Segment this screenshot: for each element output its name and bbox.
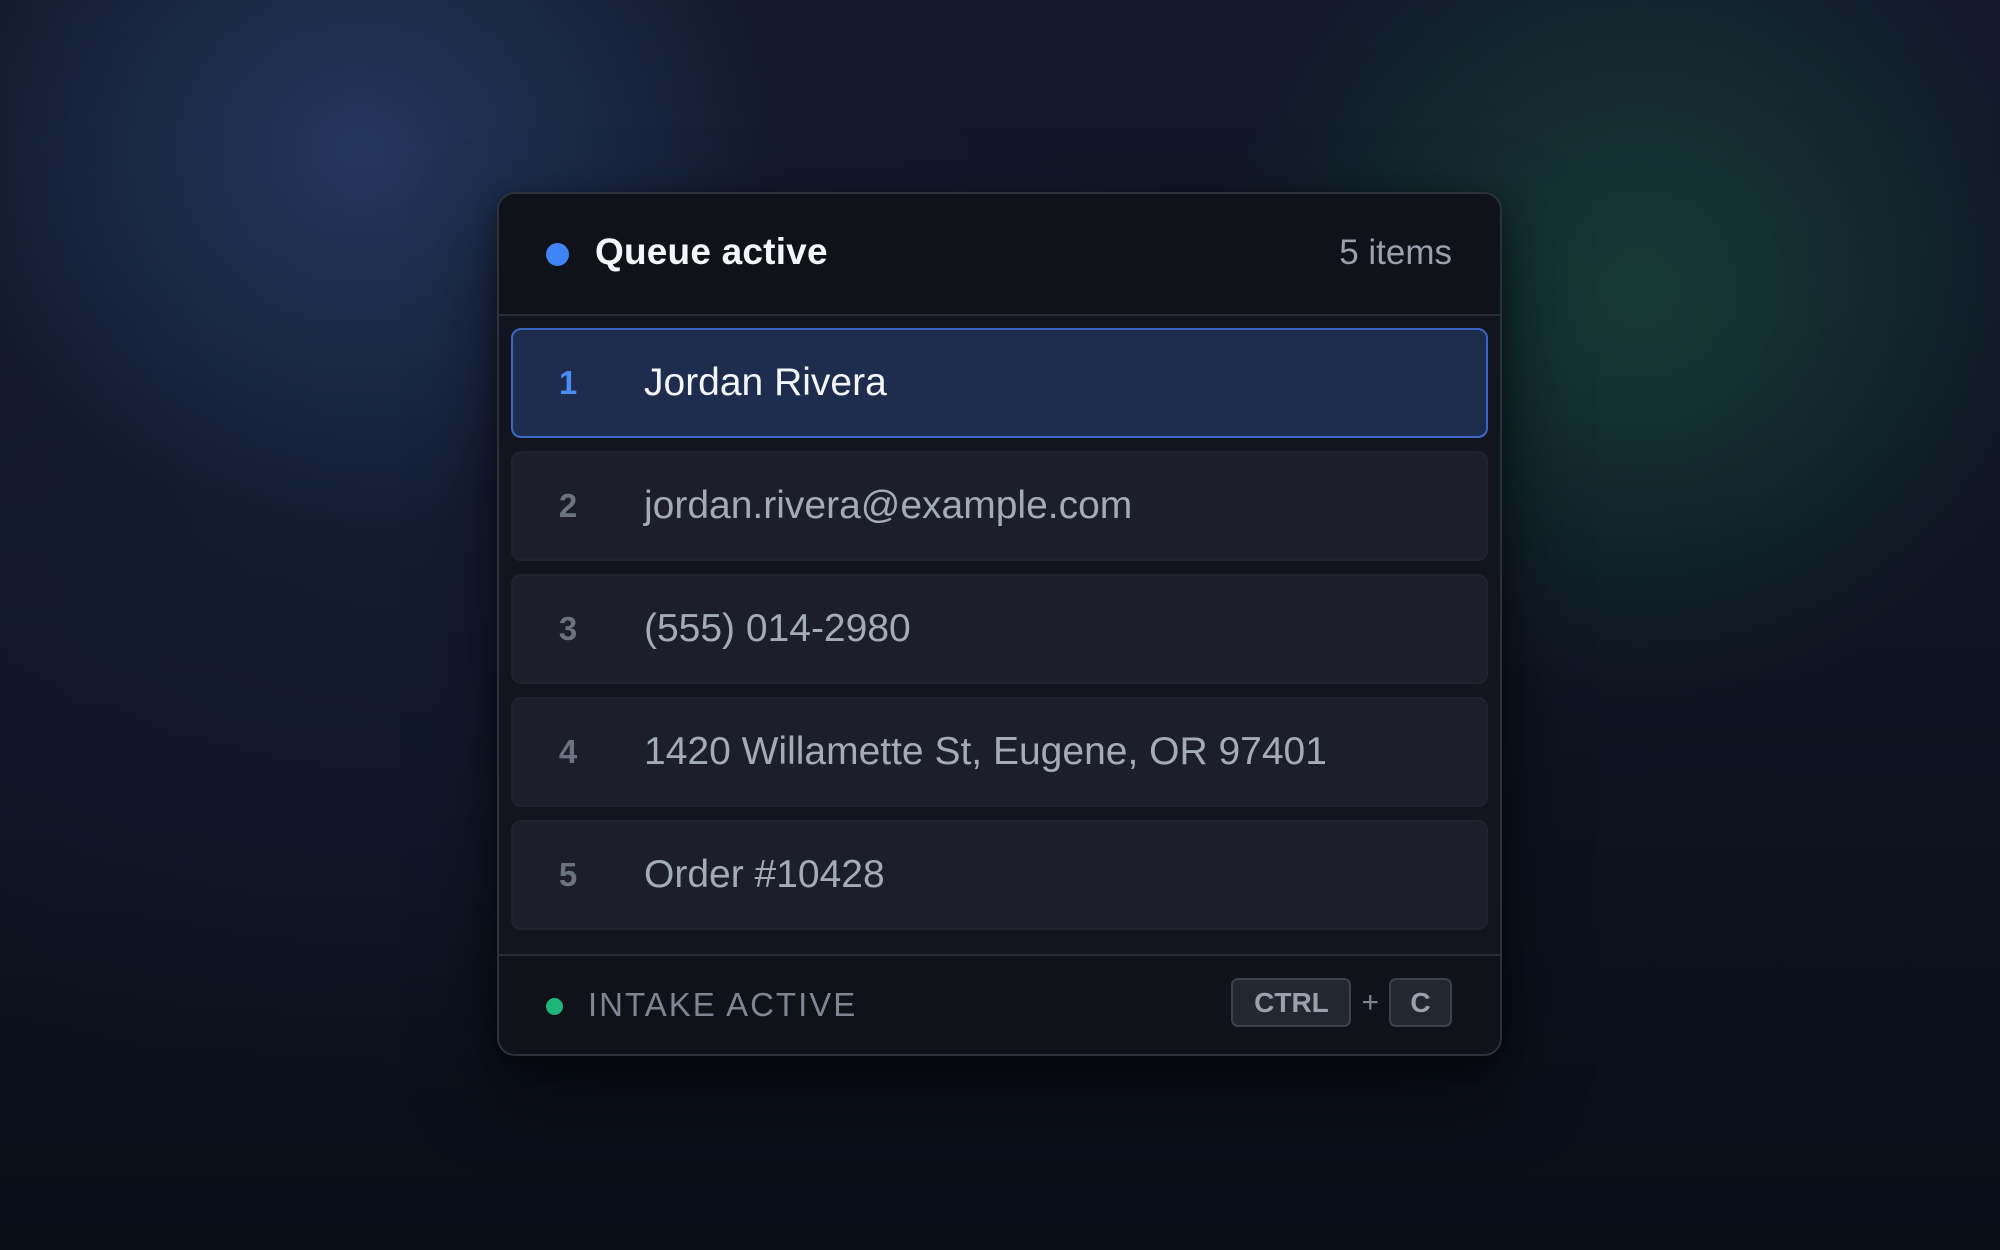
shortcut-plus: +: [1361, 985, 1379, 1019]
queue-item-index: 1: [558, 364, 578, 401]
queue-item-text: 1420 Willamette St, Eugene, OR 97401: [644, 730, 1327, 773]
queue-panel: Queue active 5 items 1 Jordan Rivera 2 j…: [497, 192, 1502, 1056]
c-key: C: [1389, 978, 1452, 1027]
queue-item-4[interactable]: 4 1420 Willamette St, Eugene, OR 97401: [511, 697, 1488, 807]
queue-item-index: 5: [558, 856, 578, 893]
queue-item-5[interactable]: 5 Order #10428: [511, 820, 1488, 930]
keyboard-shortcut: CTRL + C: [1231, 978, 1452, 1027]
queue-item-2[interactable]: 2 jordan.rivera@example.com: [511, 451, 1488, 561]
queue-item-index: 2: [558, 487, 578, 524]
queue-item-text: (555) 014-2980: [644, 607, 911, 650]
queue-footer: INTAKE ACTIVE CTRL + C: [499, 954, 1500, 1054]
queue-item-text: Jordan Rivera: [644, 361, 887, 404]
queue-item-text: Order #10428: [644, 853, 885, 896]
intake-status-label: INTAKE ACTIVE: [588, 986, 858, 1023]
queue-list: 1 Jordan Rivera 2 jordan.rivera@example.…: [511, 328, 1488, 943]
queue-title: Queue active: [595, 231, 828, 272]
item-count: 5 items: [1339, 233, 1452, 272]
queue-item-index: 3: [558, 610, 578, 647]
queue-item-1[interactable]: 1 Jordan Rivera: [511, 328, 1488, 438]
queue-header: Queue active 5 items: [499, 194, 1500, 316]
intake-status-dot-icon: [546, 998, 563, 1015]
ctrl-key: CTRL: [1231, 978, 1352, 1027]
queue-item-3[interactable]: 3 (555) 014-2980: [511, 574, 1488, 684]
queue-item-index: 4: [558, 733, 578, 770]
queue-item-text: jordan.rivera@example.com: [644, 484, 1133, 527]
queue-status-dot-icon: [546, 243, 569, 266]
